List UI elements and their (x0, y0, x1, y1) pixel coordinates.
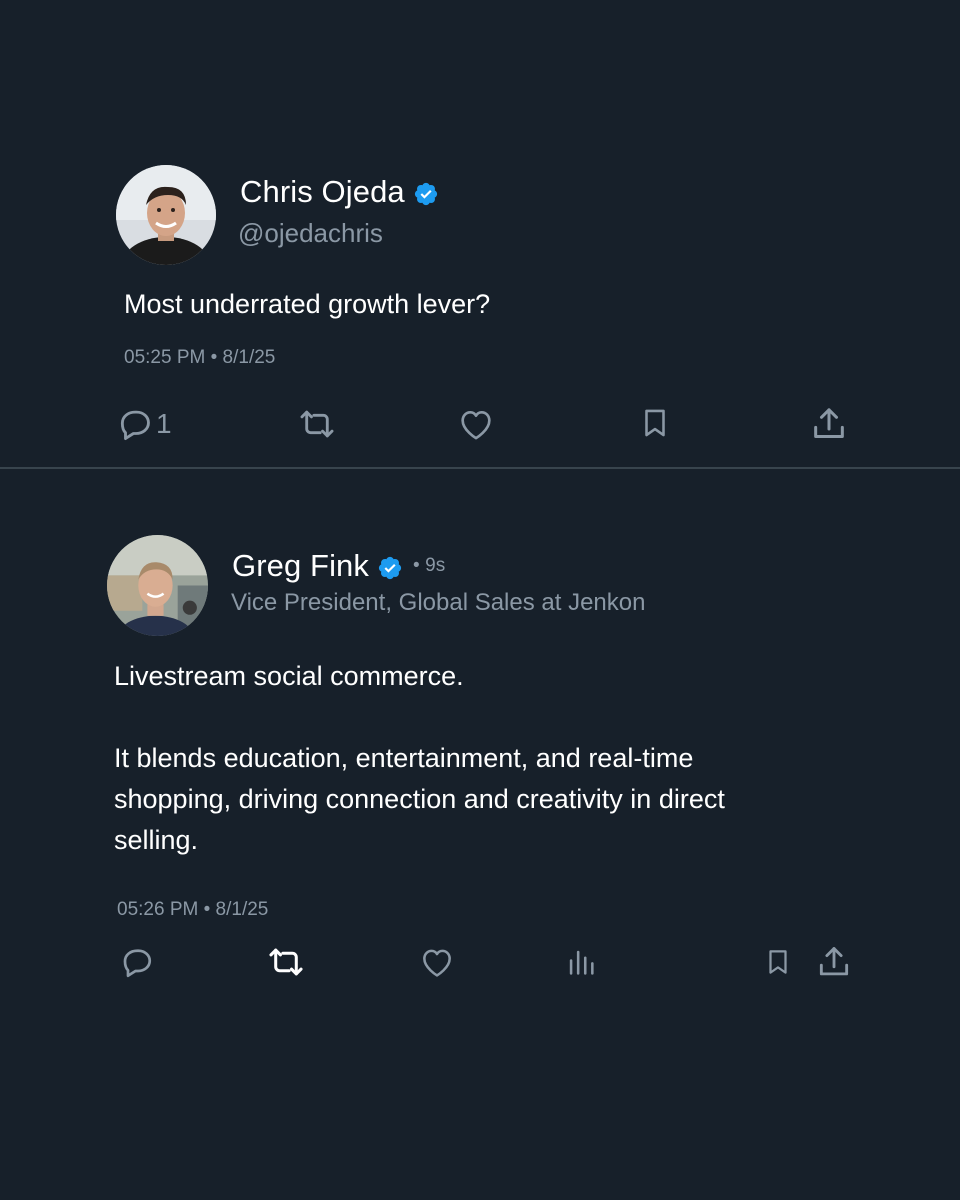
retweet-icon (269, 948, 303, 976)
reply-count: 1 (156, 408, 172, 439)
tweet-text-line-3: shopping, driving connection and creativ… (114, 784, 725, 814)
author-name-text[interactable]: Chris Ojeda (240, 174, 405, 210)
reply-button[interactable] (119, 944, 155, 980)
like-button[interactable] (455, 404, 497, 444)
like-icon (461, 411, 491, 440)
views-button[interactable] (564, 944, 598, 980)
retweet-icon (300, 410, 334, 438)
author-handle[interactable]: @ojedachris (238, 218, 383, 249)
reply-icon (120, 410, 150, 440)
like-icon (423, 949, 451, 977)
tweet-age[interactable]: • 9s (413, 555, 445, 577)
author-name-text[interactable]: Greg Fink (232, 548, 369, 584)
tweet-text-line-2: It blends education, entertainment, and … (114, 743, 694, 773)
retweet-button[interactable] (296, 405, 338, 443)
tweet-text-paragraph-1: Livestream social commerce. (114, 661, 464, 691)
bookmark-button[interactable] (763, 944, 793, 980)
share-icon (814, 408, 844, 438)
avatar-image (107, 535, 208, 636)
views-icon (569, 950, 594, 975)
share-icon (819, 947, 849, 976)
reply-icon (123, 949, 152, 978)
avatar-image (116, 165, 216, 265)
tweet-divider (0, 467, 960, 469)
bookmark-icon (769, 950, 787, 974)
tweet-text-line-4: selling. (114, 825, 199, 855)
tweet-timestamp[interactable]: 05:25 PM • 8/1/25 (124, 347, 275, 369)
retweet-button[interactable] (266, 943, 306, 981)
author-subtitle: Vice President, Global Sales at Jenkon (231, 589, 646, 616)
avatar-chris-ojeda[interactable] (116, 165, 216, 265)
like-button[interactable] (417, 943, 457, 981)
verified-badge-icon (377, 553, 403, 580)
bookmark-icon (645, 409, 665, 437)
author-name[interactable]: Chris Ojeda (240, 174, 439, 210)
tweet-timestamp[interactable]: 05:26 PM • 8/1/25 (117, 899, 268, 921)
avatar-greg-fink[interactable] (107, 535, 208, 636)
share-button[interactable] (808, 404, 850, 444)
verified-badge-icon (413, 179, 439, 206)
share-button[interactable] (815, 943, 853, 981)
author-name[interactable]: Greg Fink • 9s (232, 548, 445, 584)
reply-button[interactable]: 1 (116, 405, 172, 443)
tweet-text: Most underrated growth lever? (124, 289, 491, 319)
bookmark-button[interactable] (638, 404, 672, 442)
